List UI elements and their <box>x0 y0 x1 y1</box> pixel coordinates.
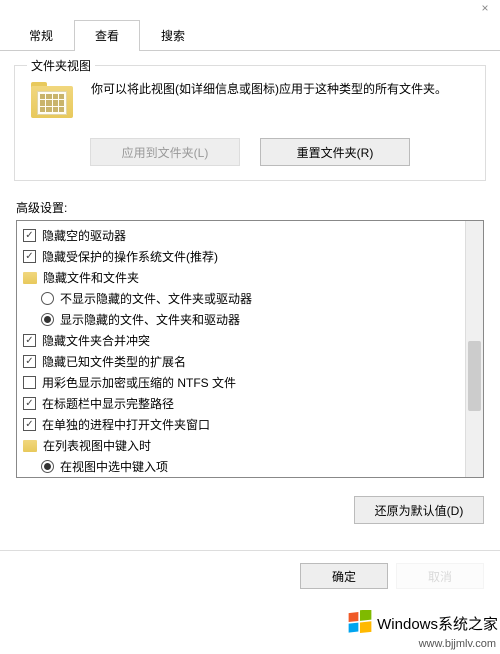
tree-item-label: 不显示隐藏的文件、文件夹或驱动器 <box>60 290 252 307</box>
watermark: Windows系统之家 <box>347 610 498 636</box>
checkbox-icon[interactable] <box>23 397 36 410</box>
tree-viewport[interactable]: 隐藏空的驱动器隐藏受保护的操作系统文件(推荐) 隐藏文件和文件夹不显示隐藏的文件、… <box>17 221 465 477</box>
tree-item-label: 在列表视图中键入时 <box>43 437 151 454</box>
ok-button[interactable]: 确定 <box>300 563 388 589</box>
tree-item-label: 隐藏受保护的操作系统文件(推荐) <box>42 248 218 265</box>
tree-item-label: 隐藏文件夹合并冲突 <box>42 332 150 349</box>
apply-to-folders-button[interactable]: 应用到文件夹(L) <box>90 138 240 166</box>
tree-item-6[interactable]: 隐藏已知文件类型的扩展名 <box>19 351 463 372</box>
folder-icon <box>23 272 37 284</box>
folder-view-description: 你可以将此视图(如详细信息或图标)应用于这种类型的所有文件夹。 <box>91 80 447 124</box>
tree-item-11[interactable]: 在视图中选中键入项 <box>19 456 463 477</box>
scroll-thumb[interactable] <box>468 341 481 411</box>
folder-view-title: 文件夹视图 <box>27 57 95 74</box>
tree-item-3[interactable]: 不显示隐藏的文件、文件夹或驱动器 <box>19 288 463 309</box>
checkbox-icon[interactable] <box>23 334 36 347</box>
tree-item-label: 在视图中选中键入项 <box>60 458 168 475</box>
tree-item-1[interactable]: 隐藏受保护的操作系统文件(推荐) <box>19 246 463 267</box>
tree-item-9[interactable]: 在单独的进程中打开文件夹窗口 <box>19 414 463 435</box>
tab-strip: 常规 查看 搜索 <box>0 20 500 51</box>
tree-item-label: 在单独的进程中打开文件夹窗口 <box>42 416 210 433</box>
folder-icon <box>27 80 77 124</box>
tree-item-label: 用彩色显示加密或压缩的 NTFS 文件 <box>42 374 236 391</box>
tab-general[interactable]: 常规 <box>8 20 74 50</box>
reset-folders-button[interactable]: 重置文件夹(R) <box>260 138 410 166</box>
tree-item-5[interactable]: 隐藏文件夹合并冲突 <box>19 330 463 351</box>
folder-view-group: 文件夹视图 你可以将此视图(如详细信息或图标)应用于这种类型的所有文件夹。 应用… <box>14 65 486 181</box>
radio-icon[interactable] <box>41 460 54 473</box>
tree-item-0[interactable]: 隐藏空的驱动器 <box>19 225 463 246</box>
checkbox-icon[interactable] <box>23 376 36 389</box>
tree-item-4[interactable]: 显示隐藏的文件、文件夹和驱动器 <box>19 309 463 330</box>
watermark-url: www.bjjmlv.com <box>419 638 496 650</box>
radio-icon[interactable] <box>41 313 54 326</box>
tree-item-7[interactable]: 用彩色显示加密或压缩的 NTFS 文件 <box>19 372 463 393</box>
windows-logo-icon <box>347 610 373 636</box>
scrollbar[interactable] <box>465 221 483 477</box>
tree-item-label: 隐藏文件和文件夹 <box>43 269 139 286</box>
tree-item-label: 在标题栏中显示完整路径 <box>42 395 174 412</box>
dialog-button-row: 确定 取消 <box>0 550 500 589</box>
checkbox-icon[interactable] <box>23 229 36 242</box>
close-icon[interactable]: × <box>476 1 494 15</box>
radio-icon[interactable] <box>41 292 54 305</box>
tree-item-label: 显示隐藏的文件、文件夹和驱动器 <box>60 311 240 328</box>
tree-item-8[interactable]: 在标题栏中显示完整路径 <box>19 393 463 414</box>
restore-defaults-button[interactable]: 还原为默认值(D) <box>354 496 484 524</box>
advanced-settings-tree: 隐藏空的驱动器隐藏受保护的操作系统文件(推荐) 隐藏文件和文件夹不显示隐藏的文件、… <box>16 220 484 478</box>
tree-item-label: 隐藏已知文件类型的扩展名 <box>42 353 186 370</box>
tree-item-10[interactable]: 在列表视图中键入时 <box>19 435 463 456</box>
cancel-button[interactable]: 取消 <box>396 563 484 589</box>
advanced-settings-label: 高级设置: <box>16 199 484 216</box>
checkbox-icon[interactable] <box>23 250 36 263</box>
watermark-brand: Windows系统之家 <box>377 613 498 634</box>
folder-icon <box>23 440 37 452</box>
checkbox-icon[interactable] <box>23 355 36 368</box>
title-bar: × <box>0 0 500 16</box>
checkbox-icon[interactable] <box>23 418 36 431</box>
tree-item-label: 隐藏空的驱动器 <box>42 227 126 244</box>
tree-item-2[interactable]: 隐藏文件和文件夹 <box>19 267 463 288</box>
tab-search[interactable]: 搜索 <box>140 20 206 50</box>
tab-view[interactable]: 查看 <box>74 20 140 51</box>
